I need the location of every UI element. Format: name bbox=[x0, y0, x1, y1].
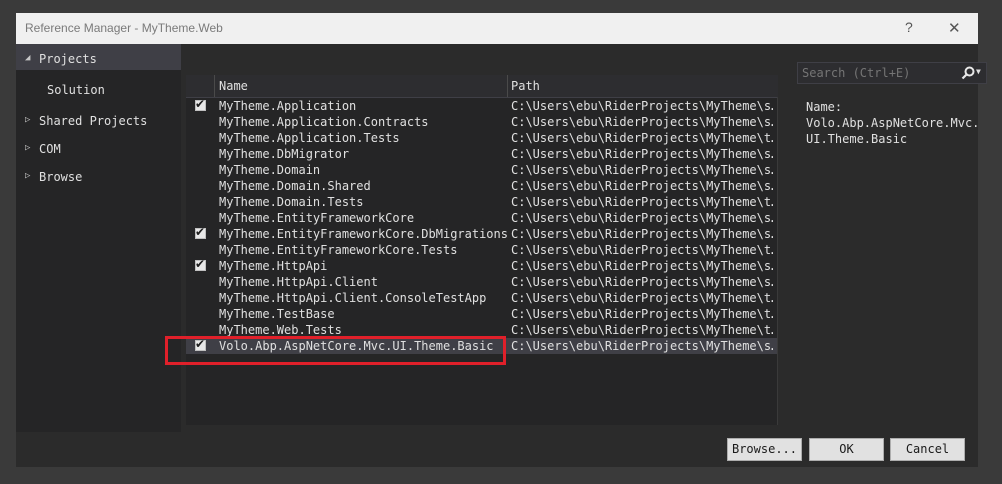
table-row[interactable]: MyTheme.Domain C:\Users\ebu\RiderProjects… bbox=[186, 162, 778, 178]
row-project-path: C:\Users\ebu\RiderProjects\MyTheme\s… bbox=[511, 163, 773, 177]
row-project-path: C:\Users\ebu\RiderProjects\MyTheme\s… bbox=[511, 99, 773, 113]
row-project-path: C:\Users\ebu\RiderProjects\MyTheme\s… bbox=[511, 147, 773, 161]
table-row[interactable]: MyTheme.EntityFrameworkCore C:\Users\ebu\… bbox=[186, 210, 778, 226]
table-row[interactable]: ✔ MyTheme.HttpApi C:\Users\ebu\RiderProjec… bbox=[186, 257, 778, 274]
row-project-name: MyTheme.Application bbox=[219, 99, 357, 113]
row-project-path: C:\Users\ebu\RiderProjects\MyTheme\s… bbox=[511, 259, 773, 273]
row-project-name: MyTheme.HttpApi bbox=[219, 259, 328, 273]
grid-scrollbar[interactable] bbox=[777, 97, 778, 425]
row-project-path: C:\Users\ebu\RiderProjects\MyTheme\t… bbox=[511, 131, 773, 145]
row-project-path: C:\Users\ebu\RiderProjects\MyTheme\t… bbox=[511, 323, 773, 337]
cancel-button[interactable]: Cancel bbox=[890, 438, 965, 461]
search-input[interactable] bbox=[802, 66, 952, 80]
reference-checkbox[interactable] bbox=[195, 180, 206, 191]
tree-item-label: COM bbox=[39, 142, 61, 156]
reference-checkbox[interactable] bbox=[195, 132, 206, 143]
reference-checkbox[interactable] bbox=[195, 292, 206, 303]
table-row[interactable]: ✔ MyTheme.EntityFrameworkCore.DbMigration… bbox=[186, 225, 778, 242]
reference-grid: Name Path ✔ MyTheme.Application C:\Users\e… bbox=[186, 75, 778, 425]
row-project-name: MyTheme.HttpApi.Client.ConsoleTestApp bbox=[219, 291, 487, 305]
checkmark-icon: ✔ bbox=[195, 225, 206, 239]
row-project-path: C:\Users\ebu\RiderProjects\MyTheme\s… bbox=[511, 115, 773, 129]
table-row[interactable]: MyTheme.Application.Tests C:\Users\ebu\Ri… bbox=[186, 130, 778, 146]
reference-checkbox[interactable] bbox=[195, 148, 206, 159]
row-project-path: C:\Users\ebu\RiderProjects\MyTheme\s… bbox=[511, 339, 773, 353]
reference-checkbox[interactable] bbox=[195, 276, 206, 287]
table-row[interactable]: MyTheme.Domain.Tests C:\Users\ebu\RiderPr… bbox=[186, 194, 778, 210]
row-project-path: C:\Users\ebu\RiderProjects\MyTheme\t… bbox=[511, 291, 773, 305]
checkmark-icon: ✔ bbox=[195, 97, 206, 111]
chevron-down-icon[interactable]: ▼ bbox=[976, 67, 981, 76]
row-project-name: MyTheme.Domain.Tests bbox=[219, 195, 364, 209]
row-project-path: C:\Users\ebu\RiderProjects\MyTheme\s… bbox=[511, 211, 773, 225]
row-project-name: MyTheme.Web.Tests bbox=[219, 323, 342, 337]
reference-checkbox[interactable] bbox=[195, 244, 206, 255]
table-row[interactable]: MyTheme.HttpApi.Client.ConsoleTestApp C:\… bbox=[186, 290, 778, 306]
table-row[interactable]: MyTheme.EntityFrameworkCore.Tests C:\User… bbox=[186, 242, 778, 258]
window-title: Reference Manager - MyTheme.Web bbox=[25, 21, 223, 35]
row-project-name: MyTheme.Application.Contracts bbox=[219, 115, 429, 129]
details-name-value: Volo.Abp.AspNetCore.Mvc.UI.Theme.Basic bbox=[806, 116, 980, 146]
highlight-annotation-box bbox=[165, 336, 506, 365]
reference-checkbox[interactable] bbox=[195, 212, 206, 223]
tree-item-label: Shared Projects bbox=[39, 114, 148, 128]
row-project-name: MyTheme.TestBase bbox=[219, 307, 335, 321]
category-tree bbox=[16, 44, 181, 432]
table-row[interactable]: MyTheme.TestBase C:\Users\ebu\RiderProjec… bbox=[186, 306, 778, 322]
reference-checkbox[interactable]: ✔ bbox=[195, 225, 206, 239]
table-row[interactable]: MyTheme.Application.Contracts C:\Users\eb… bbox=[186, 114, 778, 130]
search-icon[interactable] bbox=[960, 65, 976, 81]
reference-checkbox[interactable] bbox=[195, 196, 206, 207]
search-box[interactable]: ▼ bbox=[797, 62, 987, 84]
help-button[interactable]: ? bbox=[905, 19, 913, 35]
grid-header: Name Path bbox=[186, 75, 778, 98]
collapsed-arrow-icon: ▷ bbox=[25, 115, 31, 125]
row-project-path: C:\Users\ebu\RiderProjects\MyTheme\s… bbox=[511, 275, 773, 289]
checkmark-icon: ✔ bbox=[195, 257, 206, 271]
table-row[interactable]: ✔ MyTheme.Application C:\Users\ebu\RiderPr… bbox=[186, 97, 778, 114]
table-row[interactable]: MyTheme.Domain.Shared C:\Users\ebu\RiderP… bbox=[186, 178, 778, 194]
reference-checkbox[interactable]: ✔ bbox=[195, 257, 206, 271]
collapsed-arrow-icon: ▷ bbox=[25, 171, 31, 181]
tree-item-label: Projects bbox=[39, 52, 97, 66]
row-project-path: C:\Users\ebu\RiderProjects\MyTheme\t… bbox=[511, 307, 773, 321]
row-project-path: C:\Users\ebu\RiderProjects\MyTheme\s… bbox=[511, 179, 773, 193]
reference-checkbox[interactable] bbox=[195, 164, 206, 175]
reference-checkbox[interactable] bbox=[195, 308, 206, 319]
row-project-name: MyTheme.Application.Tests bbox=[219, 131, 400, 145]
row-project-name: MyTheme.EntityFrameworkCore.DbMigrations bbox=[219, 227, 508, 241]
reference-manager-dialog: Reference Manager - MyTheme.Web ? ✕ ◢ Pr… bbox=[16, 13, 987, 467]
row-project-name: MyTheme.HttpApi.Client bbox=[219, 275, 378, 289]
row-project-name: MyTheme.Domain.Shared bbox=[219, 179, 371, 193]
row-project-path: C:\Users\ebu\RiderProjects\MyTheme\s… bbox=[511, 227, 773, 241]
column-separator[interactable] bbox=[507, 75, 508, 97]
details-name-label: Name: bbox=[806, 100, 843, 114]
table-row[interactable]: MyTheme.DbMigrator C:\Users\ebu\RiderProj… bbox=[186, 146, 778, 162]
title-bar: Reference Manager - MyTheme.Web ? ✕ bbox=[16, 13, 978, 44]
row-project-name: MyTheme.DbMigrator bbox=[219, 147, 350, 161]
reference-checkbox[interactable] bbox=[195, 116, 206, 127]
row-project-path: C:\Users\ebu\RiderProjects\MyTheme\t… bbox=[511, 195, 773, 209]
reference-checkbox[interactable] bbox=[195, 324, 206, 335]
ok-button[interactable]: OK bbox=[809, 438, 884, 461]
details-panel: Name: Volo.Abp.AspNetCore.Mvc.UI.Theme.B… bbox=[806, 99, 986, 147]
row-project-name: MyTheme.Domain bbox=[219, 163, 321, 177]
row-project-name: MyTheme.EntityFrameworkCore bbox=[219, 211, 415, 225]
row-project-path: C:\Users\ebu\RiderProjects\MyTheme\t… bbox=[511, 243, 773, 257]
browse-button[interactable]: Browse... bbox=[727, 438, 802, 461]
table-row[interactable]: MyTheme.HttpApi.Client C:\Users\ebu\Rider… bbox=[186, 274, 778, 290]
expanded-arrow-icon: ◢ bbox=[25, 53, 31, 63]
close-button[interactable]: ✕ bbox=[948, 19, 961, 37]
column-header-path[interactable]: Path bbox=[511, 79, 540, 93]
column-separator[interactable] bbox=[214, 75, 215, 97]
tree-item-label: Browse bbox=[39, 170, 83, 184]
tree-item-label: Solution bbox=[47, 83, 105, 97]
row-project-name: MyTheme.EntityFrameworkCore.Tests bbox=[219, 243, 458, 257]
column-header-name[interactable]: Name bbox=[219, 79, 248, 93]
reference-checkbox[interactable]: ✔ bbox=[195, 97, 206, 111]
collapsed-arrow-icon: ▷ bbox=[25, 143, 31, 153]
